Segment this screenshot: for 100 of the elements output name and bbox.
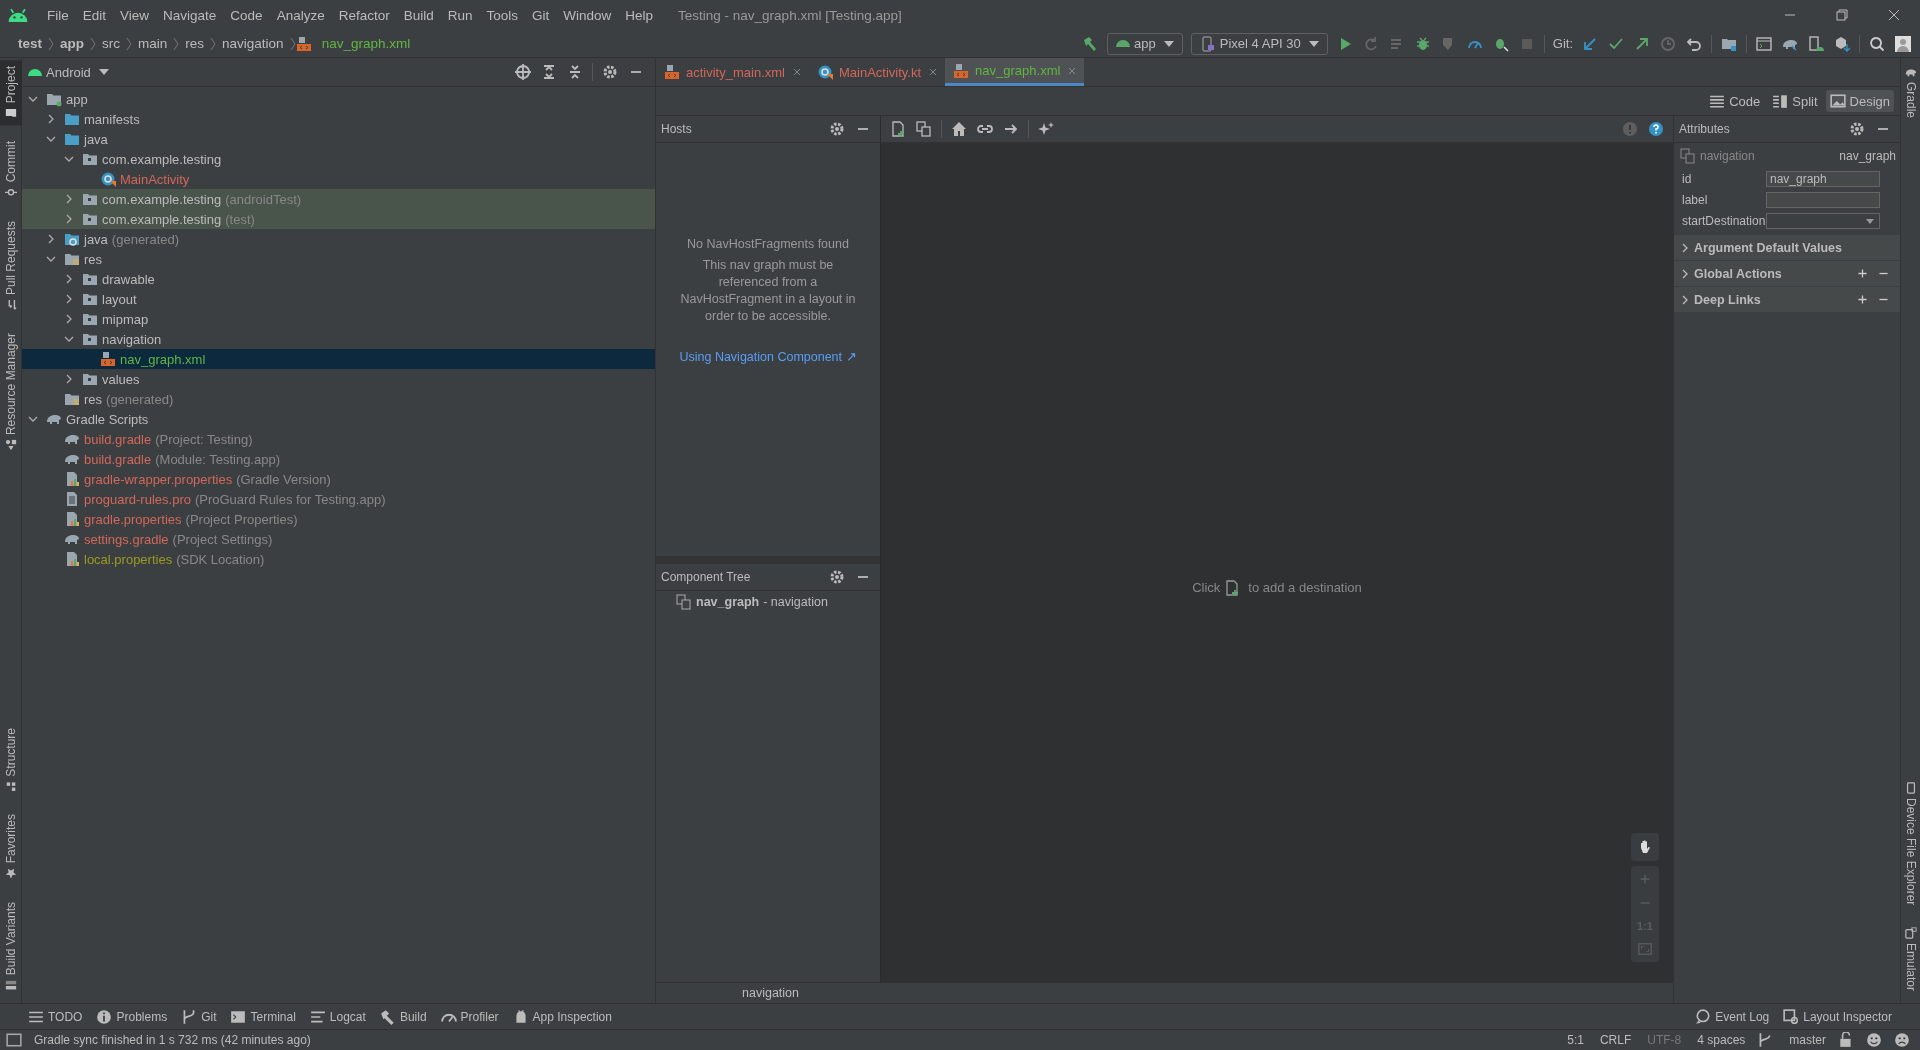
device-dropdown[interactable]: Pixel 4 API 30: [1190, 32, 1328, 55]
tool-window-tab[interactable]: Emulator: [1899, 920, 1920, 997]
section-header[interactable]: Global Actions: [1674, 261, 1900, 287]
run-configuration-dropdown[interactable]: app: [1107, 32, 1183, 55]
editor-tab[interactable]: nav_graph.xml: [945, 58, 1085, 86]
menu-item[interactable]: Help: [618, 7, 661, 23]
breadcrumb[interactable]: src: [96, 36, 127, 51]
breadcrumb[interactable]: navigation: [216, 36, 290, 51]
restore-icon[interactable]: [1836, 9, 1848, 21]
tool-window-button[interactable]: Event Log: [1695, 1008, 1770, 1025]
menu-item[interactable]: Edit: [75, 7, 114, 23]
tool-window-button[interactable]: TODO: [28, 1008, 83, 1025]
view-mode-button[interactable]: Split: [1768, 90, 1822, 112]
tree-item[interactable]: res (generated): [22, 389, 655, 409]
tree-item[interactable]: build.gradle (Module: Testing.app): [22, 449, 655, 469]
tree-item[interactable]: com.example.testing (test): [22, 209, 655, 229]
settings-icon[interactable]: [1849, 121, 1865, 137]
settings-icon[interactable]: [829, 569, 845, 585]
menu-item[interactable]: Analyze: [269, 7, 332, 23]
component-tree-item[interactable]: nav_graph - navigation: [656, 591, 880, 613]
chevron-icon[interactable]: [64, 314, 74, 324]
chevron-icon[interactable]: [46, 234, 56, 244]
nested-graph-icon[interactable]: [916, 121, 932, 137]
git-branch[interactable]: master: [1785, 1033, 1830, 1047]
tree-item[interactable]: values: [22, 369, 655, 389]
tool-window-button[interactable]: Profiler: [440, 1008, 499, 1025]
tool-window-tab[interactable]: Project: [0, 60, 22, 126]
editor-tab[interactable]: activity_main.xml: [656, 58, 809, 86]
tree-item[interactable]: layout: [22, 289, 655, 309]
menu-item[interactable]: View: [113, 7, 157, 23]
tree-item[interactable]: nav_graph.xml: [22, 349, 655, 369]
tool-window-button[interactable]: Build: [379, 1008, 427, 1025]
chevron-icon[interactable]: [28, 94, 38, 104]
text-field[interactable]: nav_graph: [1766, 171, 1880, 187]
tool-window-tab[interactable]: Structure: [0, 721, 22, 799]
breadcrumb[interactable]: res: [179, 36, 211, 51]
close-icon[interactable]: [792, 68, 801, 76]
tool-window-button[interactable]: Git: [181, 1008, 217, 1025]
chevron-icon[interactable]: [1680, 268, 1690, 279]
sad-face-icon[interactable]: [1894, 1032, 1910, 1048]
tree-item[interactable]: drawable: [22, 269, 655, 289]
home-icon[interactable]: [951, 121, 967, 137]
tree-item[interactable]: navigation: [22, 329, 655, 349]
smiley-icon[interactable]: [1866, 1032, 1882, 1048]
chevron-icon[interactable]: [64, 154, 74, 164]
menu-item[interactable]: Tools: [479, 7, 525, 23]
chevron-icon[interactable]: [64, 374, 74, 384]
menu-item[interactable]: Navigate: [156, 7, 224, 23]
tree-item[interactable]: manifests: [22, 109, 655, 129]
menu-item[interactable]: Build: [396, 7, 441, 23]
tool-window-tab[interactable]: Gradle: [1899, 60, 1920, 125]
tree-item[interactable]: local.properties (SDK Location): [22, 549, 655, 569]
add-icon[interactable]: [1856, 267, 1869, 280]
view-mode-button[interactable]: Design: [1825, 90, 1894, 112]
tree-item[interactable]: java (generated): [22, 229, 655, 249]
tree-item[interactable]: gradle-wrapper.properties (Gradle Version): [22, 469, 655, 489]
window-icon[interactable]: [6, 1032, 22, 1048]
chevron-icon[interactable]: [46, 114, 56, 124]
tree-item[interactable]: MainActivity: [22, 169, 655, 189]
menu-item[interactable]: Git: [525, 7, 557, 23]
chevron-icon[interactable]: [64, 214, 74, 224]
tree-item[interactable]: res: [22, 249, 655, 269]
editor-tab[interactable]: MainActivity.kt: [808, 58, 946, 86]
collapse-all-icon[interactable]: [567, 64, 583, 80]
section-header[interactable]: Argument Default Values: [1674, 235, 1900, 261]
tree-item[interactable]: proguard-rules.pro (ProGuard Rules for Testing.app): [22, 489, 655, 509]
add-icon[interactable]: [1856, 293, 1869, 306]
pan-button[interactable]: [1631, 833, 1659, 861]
chevron-icon[interactable]: [46, 134, 56, 144]
sdk-manager-icon[interactable]: [1834, 35, 1850, 52]
menu-item[interactable]: File: [40, 7, 76, 23]
sparkle-icon[interactable]: [1038, 121, 1054, 137]
menu-item[interactable]: Run: [440, 7, 480, 23]
menu-item[interactable]: Refactor: [331, 7, 397, 23]
avatar-icon[interactable]: [1895, 35, 1911, 52]
chevron-icon[interactable]: [1680, 242, 1690, 253]
chevron-icon[interactable]: [1680, 294, 1690, 305]
breadcrumb[interactable]: app: [54, 36, 91, 51]
help-icon[interactable]: [1648, 121, 1664, 137]
tree-item[interactable]: build.gradle (Project: Testing): [22, 429, 655, 449]
tool-window-tab[interactable]: Device File Explorer: [1899, 775, 1920, 911]
status-item[interactable]: CRLF: [1595, 1033, 1636, 1047]
breadcrumb[interactable]: nav_graph.xml: [315, 36, 417, 51]
tree-item[interactable]: mipmap: [22, 309, 655, 329]
expand-all-icon[interactable]: [541, 64, 557, 80]
chevron-icon[interactable]: [64, 294, 74, 304]
tool-window-button[interactable]: App Inspection: [512, 1008, 612, 1025]
section-header[interactable]: Deep Links: [1674, 287, 1900, 313]
tool-window-button[interactable]: Layout Inspector: [1783, 1008, 1892, 1025]
window-icon[interactable]: [1756, 35, 1772, 52]
chevron-icon[interactable]: [64, 334, 74, 344]
tree-item[interactable]: app: [22, 89, 655, 109]
menu-item[interactable]: Window: [556, 7, 619, 23]
text-field[interactable]: [1766, 192, 1880, 208]
tree-item[interactable]: Gradle Scripts: [22, 409, 655, 429]
tool-window-tab[interactable]: Pull Requests: [0, 214, 22, 317]
target-icon[interactable]: [515, 64, 531, 80]
search-icon[interactable]: [1869, 35, 1885, 52]
tree-item[interactable]: settings.gradle (Project Settings): [22, 529, 655, 549]
tree-item[interactable]: com.example.testing (androidTest): [22, 189, 655, 209]
